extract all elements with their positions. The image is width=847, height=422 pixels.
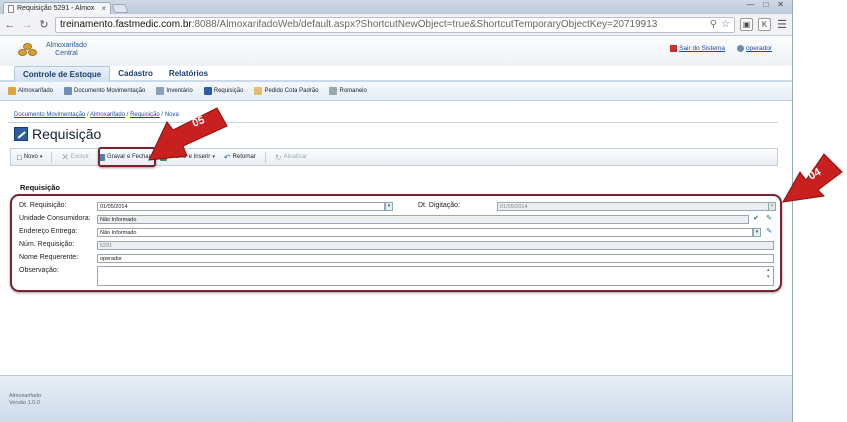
submenu-label: Requisição xyxy=(213,88,244,94)
pencil-icon xyxy=(254,87,263,95)
new-button[interactable]: □ Novo ▾ xyxy=(17,153,42,162)
submenu: Almoxarifado Documento Movimentação Inve… xyxy=(0,82,792,101)
inventory-icon xyxy=(156,87,165,95)
new-tab-button[interactable] xyxy=(111,4,129,13)
submenu-label: Pedido Cota Padrão xyxy=(264,88,319,94)
tab-title: Requisição 5291 - Almox xyxy=(17,5,95,12)
submenu-inventario[interactable]: Inventário xyxy=(156,87,193,95)
menu-cadastro[interactable]: Cadastro xyxy=(110,66,161,82)
top-links: Sair do Sistema operador xyxy=(670,45,772,52)
submenu-requisicao[interactable]: Requisição xyxy=(203,87,244,95)
requisition-icon xyxy=(14,127,28,141)
page-icon xyxy=(8,4,14,13)
url-host: treinamento.fastmedic.com.br xyxy=(60,19,192,30)
coins-logo-icon xyxy=(18,40,40,58)
window-controls: — □ ✕ xyxy=(746,0,784,9)
form-section-title: Requisição xyxy=(20,183,61,192)
refresh-icon: ↻ xyxy=(274,152,282,162)
logout-link[interactable]: Sair do Sistema xyxy=(670,45,725,52)
delete-icon: ✕ xyxy=(61,151,69,162)
document-icon xyxy=(64,87,73,95)
refresh-label: Atualizar xyxy=(283,154,307,160)
breadcrumb-item[interactable]: Documento Movimentação xyxy=(14,112,85,118)
submenu-label: Almoxarifado xyxy=(18,88,54,94)
back-icon[interactable]: ← xyxy=(4,19,16,31)
delete-button[interactable]: ✕ Excluir xyxy=(61,152,89,163)
footer-text: Almoxarifado Versão 1.0.0 xyxy=(9,393,41,407)
reload-icon[interactable]: ↻ xyxy=(38,18,50,31)
url-input[interactable]: treinamento.fastmedic.com.br:8088/Almoxa… xyxy=(55,16,735,33)
user-icon xyxy=(736,45,744,52)
version-label: Versão 1.0.0 xyxy=(9,400,40,406)
address-bar-row: ← → ↻ treinamento.fastmedic.com.br:8088/… xyxy=(0,14,792,36)
page-title-text: Requisição xyxy=(32,126,102,142)
maximize-icon[interactable]: □ xyxy=(763,0,768,9)
app-header: Almoxarifado Central Sair do Sistema ope… xyxy=(0,36,792,66)
warehouse-icon xyxy=(8,87,16,95)
menu-relatorios[interactable]: Relatórios xyxy=(161,66,216,82)
callout-arrow-05: 05 xyxy=(148,107,228,161)
minimize-icon[interactable]: — xyxy=(746,0,754,9)
separator xyxy=(264,151,266,163)
user-label[interactable]: operador xyxy=(746,45,772,52)
highlight-form xyxy=(10,194,782,292)
star-icon[interactable]: ☆ xyxy=(721,19,730,30)
logout-icon xyxy=(670,45,678,52)
submenu-label: Documento Movimentação xyxy=(74,88,146,94)
browser-window: Requisição 5291 - Almox × — □ ✕ ← → ↻ tr… xyxy=(0,0,793,422)
submenu-documento-movimentacao[interactable]: Documento Movimentação xyxy=(64,87,145,95)
app-name-line1: Almoxarifado xyxy=(46,42,87,49)
menu-controle-estoque[interactable]: Controle de Estoque xyxy=(14,66,111,82)
logout-label[interactable]: Sair do Sistema xyxy=(679,45,725,52)
footer-app-name: Almoxarifado xyxy=(9,393,42,399)
tab-strip: Requisição 5291 - Almox × — □ ✕ xyxy=(0,0,792,14)
truck-icon xyxy=(329,87,338,95)
separator xyxy=(51,151,53,163)
refresh-button[interactable]: ↻ Atualizar xyxy=(275,153,307,162)
page-title: Requisição xyxy=(14,126,101,142)
requisition-icon xyxy=(203,87,212,95)
main-menu: Controle de Estoque Cadastro Relatórios xyxy=(0,66,792,82)
submenu-pedido-cota[interactable]: Pedido Cota Padrão xyxy=(254,87,318,95)
extension-icon[interactable]: ▣ xyxy=(740,18,753,31)
new-document-icon: □ xyxy=(17,152,22,162)
close-tab-icon[interactable]: × xyxy=(101,4,106,13)
submenu-label: Romaneio xyxy=(339,88,367,94)
submenu-almoxarifado[interactable]: Almoxarifado xyxy=(8,87,53,95)
submenu-romaneio[interactable]: Romaneio xyxy=(329,87,367,95)
breadcrumb-item[interactable]: Almoxarifado xyxy=(90,112,125,118)
url-path: :8088/AlmoxarifadoWeb/default.aspx?Short… xyxy=(191,19,658,30)
user-link[interactable]: operador xyxy=(736,45,772,52)
app-name-line2: Central xyxy=(55,50,78,57)
menu-icon[interactable]: ☰ xyxy=(776,18,788,31)
back-label: Retornar xyxy=(232,154,256,160)
new-label: Novo xyxy=(23,154,38,160)
chevron-down-icon[interactable]: ▾ xyxy=(40,154,43,160)
delete-label: Excluir xyxy=(70,154,89,160)
forward-icon[interactable]: → xyxy=(21,19,33,31)
app-footer: Almoxarifado Versão 1.0.0 xyxy=(0,375,792,422)
extension-k-icon[interactable]: K xyxy=(758,18,771,31)
divider xyxy=(8,122,778,123)
app-name: Almoxarifado Central xyxy=(46,42,87,58)
search-icon[interactable]: ⚲ xyxy=(710,19,717,30)
browser-tab[interactable]: Requisição 5291 - Almox × xyxy=(3,2,111,14)
callout-arrow-04: 04 xyxy=(782,153,843,203)
submenu-label: Inventário xyxy=(166,88,193,94)
close-window-icon[interactable]: ✕ xyxy=(777,0,784,9)
